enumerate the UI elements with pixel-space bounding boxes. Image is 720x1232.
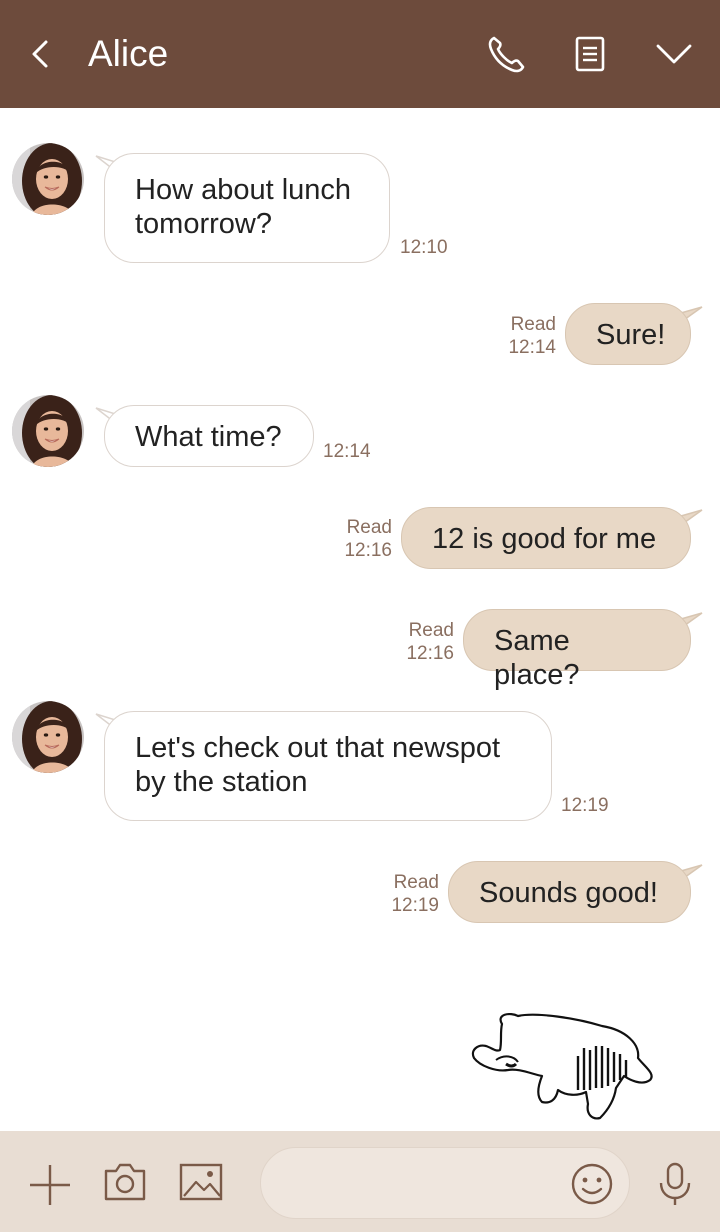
alice-avatar[interactable] [12, 143, 84, 215]
alice-avatar[interactable] [12, 701, 84, 773]
camera-icon[interactable] [102, 1161, 148, 1203]
message-bubble-outgoing[interactable]: Same place? [463, 609, 691, 691]
read-status: Read [346, 517, 392, 538]
read-status: Read [393, 872, 439, 893]
message-bubble-outgoing[interactable]: 12 is good for me [401, 507, 691, 569]
chevron-down-icon[interactable] [652, 32, 696, 76]
message-text: How about lunch [135, 174, 352, 206]
notes-icon[interactable] [568, 32, 612, 76]
message-time: 12:14 [508, 337, 556, 358]
phone-icon[interactable] [484, 32, 528, 76]
emoji-icon[interactable] [570, 1162, 614, 1206]
message-text: tomorrow? [135, 208, 272, 240]
message-text: by the station [135, 766, 308, 798]
read-status: Read [408, 620, 454, 641]
message-meta: Read 12:16 [394, 619, 454, 665]
message-time: 12:10 [400, 237, 448, 258]
message-bubble-incoming[interactable]: Let's check out that newspot by the stat… [104, 711, 552, 821]
alice-avatar[interactable] [12, 395, 84, 467]
back-arrow-icon[interactable] [24, 34, 60, 74]
message-bubble-outgoing[interactable]: Sounds good! [448, 861, 691, 923]
message-time: 12:19 [391, 895, 439, 916]
message-meta: Read 12:16 [332, 516, 392, 562]
image-icon[interactable] [178, 1162, 224, 1202]
chat-header: Alice [0, 0, 720, 108]
message-meta: Read 12:19 [379, 871, 439, 917]
message-time: 12:14 [323, 441, 371, 462]
microphone-icon[interactable] [656, 1161, 694, 1207]
message-bubble-incoming[interactable]: How about lunch tomorrow? [104, 153, 390, 263]
read-status: Read [510, 314, 556, 335]
input-bar [0, 1131, 720, 1232]
message-bubble-outgoing[interactable]: Sure! [565, 303, 691, 365]
message-time: 12:16 [406, 643, 454, 664]
message-time: 12:19 [561, 795, 609, 816]
message-time: 12:16 [344, 540, 392, 561]
message-text: Let's check out that newspot [135, 732, 501, 764]
sleepy-animal-sticker[interactable] [466, 1004, 662, 1128]
plus-icon[interactable] [28, 1163, 72, 1207]
message-bubble-incoming[interactable]: What time? [104, 405, 314, 467]
message-meta: Read 12:14 [496, 313, 556, 359]
chat-title: Alice [88, 33, 169, 74]
